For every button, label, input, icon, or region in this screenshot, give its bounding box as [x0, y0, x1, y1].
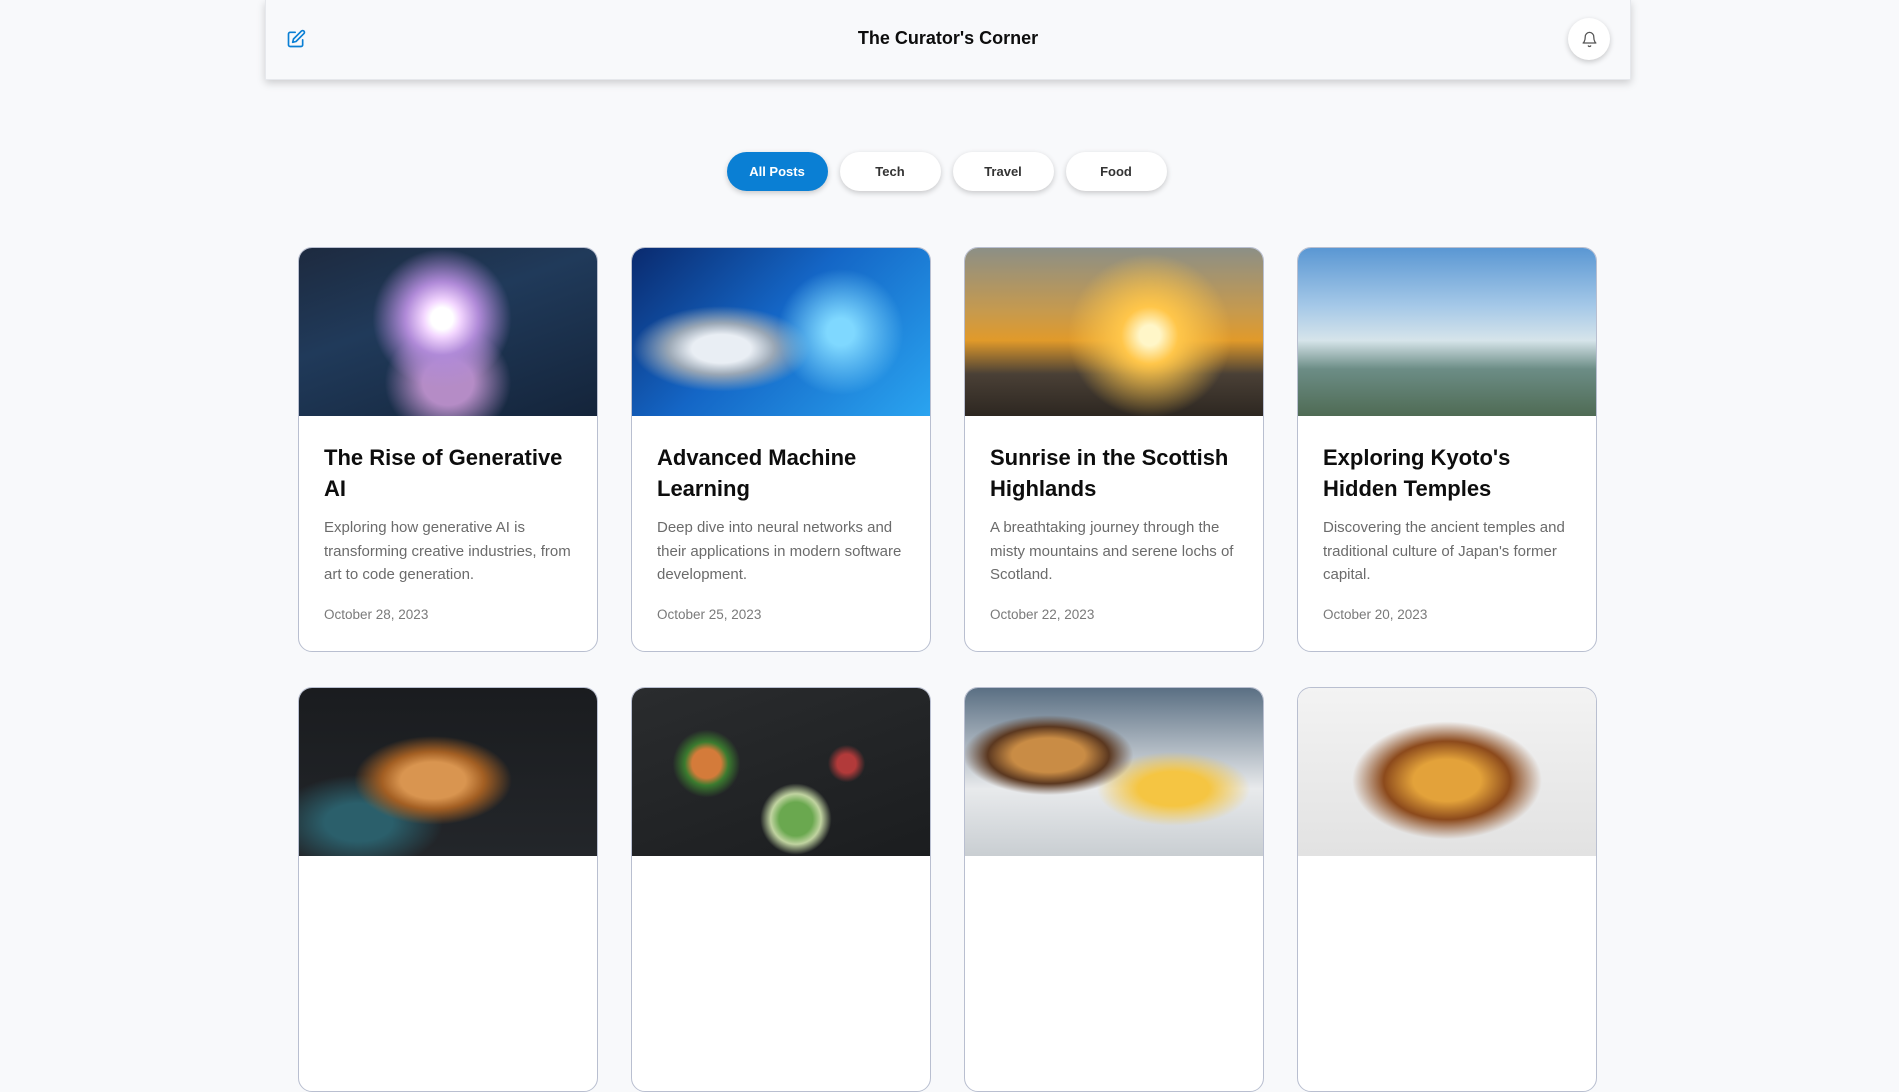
- post-date: October 20, 2023: [1323, 606, 1428, 622]
- site-header: The Curator's Corner: [265, 0, 1631, 80]
- post-title: Advanced Machine Learning: [657, 445, 857, 501]
- post-card[interactable]: Sunrise in the Scottish Highlands A brea…: [964, 247, 1264, 652]
- filter-food[interactable]: Food: [1065, 152, 1167, 191]
- filter-all-posts[interactable]: All Posts: [726, 152, 828, 191]
- post-card[interactable]: Advanced Machine Learning Deep dive into…: [631, 247, 931, 652]
- filter-travel[interactable]: Travel: [952, 152, 1054, 191]
- post-title: Sunrise in the Scottish Highlands: [990, 445, 1229, 501]
- post-description: Deep dive into neural networks and their…: [657, 519, 902, 583]
- notifications-button[interactable]: [1568, 18, 1610, 60]
- post-description: A breathtaking journey through the misty…: [990, 519, 1234, 583]
- post-card[interactable]: [964, 687, 1264, 1092]
- post-image: [632, 248, 930, 416]
- bell-icon: [1581, 31, 1597, 47]
- post-description: Exploring how generative AI is transform…: [324, 519, 571, 583]
- post-image: [965, 688, 1263, 856]
- post-image: [299, 688, 597, 856]
- post-card[interactable]: Exploring Kyoto's Hidden Temples Discove…: [1297, 247, 1597, 652]
- category-filters: All Posts Tech Travel Food: [0, 152, 1899, 191]
- post-grid: The Rise of Generative AI Exploring how …: [298, 247, 1598, 1092]
- filter-tech[interactable]: Tech: [839, 152, 941, 191]
- post-image: [1298, 248, 1596, 416]
- site-title: The Curator's Corner: [857, 28, 1039, 48]
- post-date: October 28, 2023: [324, 606, 429, 622]
- post-image: [1298, 688, 1596, 856]
- post-description: Discovering the ancient temples and trad…: [1323, 519, 1565, 583]
- post-title: Exploring Kyoto's Hidden Temples: [1323, 445, 1511, 501]
- post-date: October 22, 2023: [990, 606, 1095, 622]
- post-card[interactable]: [298, 687, 598, 1092]
- post-card[interactable]: The Rise of Generative AI Exploring how …: [298, 247, 598, 652]
- post-title: The Rise of Generative AI: [324, 445, 563, 501]
- post-card[interactable]: [1297, 687, 1597, 1092]
- post-image: [632, 688, 930, 856]
- post-image: [965, 248, 1263, 416]
- post-image: [299, 248, 597, 416]
- post-card[interactable]: [631, 687, 931, 1092]
- post-date: October 25, 2023: [657, 606, 762, 622]
